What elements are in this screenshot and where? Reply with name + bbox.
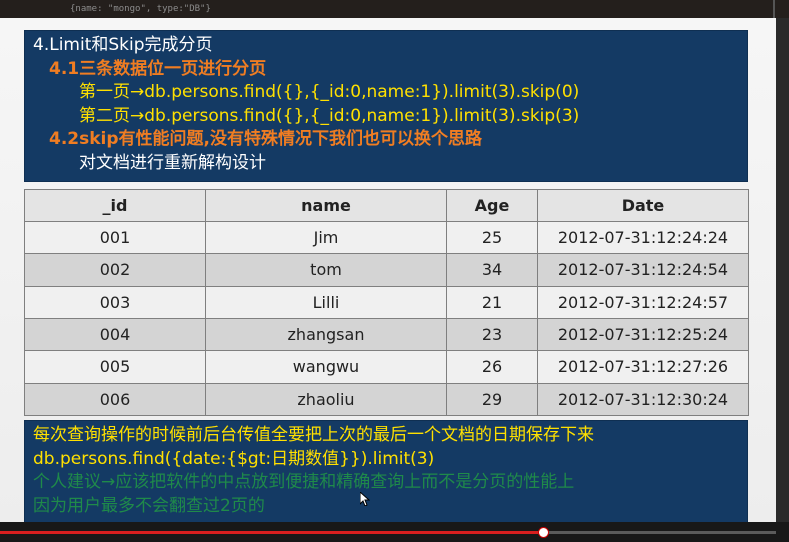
table-cell: 2012-07-31:12:25:24 <box>537 317 749 352</box>
table-cell: 2012-07-31:12:30:24 <box>537 382 749 417</box>
code-line-date-query: db.persons.find({date:{$gt:日期数值}}).limit… <box>33 448 435 469</box>
code-fragment: {name: "mongo", type:"DB"} <box>70 4 211 14</box>
table-row: 001 Jim 25 2012-07-31:12:24:24 <box>24 220 749 255</box>
table-row: 002 tom 34 2012-07-31:12:24:54 <box>24 253 749 287</box>
column-header: Date <box>537 189 749 222</box>
table-cell: wangwu <box>205 350 447 384</box>
code-line-page-two: 第二页→db.persons.find({},{_id:0,name:1}).l… <box>79 105 580 126</box>
table-cell: 2012-07-31:12:24:57 <box>537 285 749 319</box>
table-cell: 001 <box>24 220 206 255</box>
advice-text: 因为用户最多不会翻查过2页的 <box>33 495 265 516</box>
progress-scrubber-handle[interactable] <box>538 527 549 538</box>
table-cell: 23 <box>446 317 538 352</box>
persons-table: _id name Age Date 001 Jim 25 2012-07-31:… <box>24 189 749 417</box>
table-cell: zhaoliu <box>205 382 447 417</box>
table-cell: Jim <box>205 220 447 255</box>
editor-ruler <box>773 0 775 18</box>
table-cell: 21 <box>446 285 538 319</box>
table-cell: 2012-07-31:12:27:26 <box>537 350 749 384</box>
progress-fill <box>0 531 543 534</box>
table-cell: Lilli <box>205 285 447 319</box>
table-row: 004 zhangsan 23 2012-07-31:12:25:24 <box>24 317 749 352</box>
table-row: 006 zhaoliu 29 2012-07-31:12:30:24 <box>24 382 749 417</box>
slide: 4.Limit和Skip完成分页 4.1三条数据位一页进行分页 第一页→db.p… <box>0 18 789 524</box>
table-cell: 004 <box>24 317 206 352</box>
table-cell: 34 <box>446 253 538 287</box>
window-edge <box>776 18 789 522</box>
subsection-heading: 4.2skip有性能问题,没有特殊情况下我们也可以换个思路 <box>49 129 482 149</box>
table-cell: 006 <box>24 382 206 417</box>
video-player-bar <box>0 522 789 542</box>
table-cell: 2012-07-31:12:24:24 <box>537 220 749 255</box>
body-text: 对文档进行重新解构设计 <box>79 152 266 173</box>
column-header: Age <box>446 189 538 222</box>
table-cell: 003 <box>24 285 206 319</box>
subsection-heading: 4.1三条数据位一页进行分页 <box>49 58 267 79</box>
table-row: 005 wangwu 26 2012-07-31:12:27:26 <box>24 350 749 384</box>
table-cell: 29 <box>446 382 538 417</box>
table-row: 003 Lilli 21 2012-07-31:12:24:57 <box>24 285 749 319</box>
slide-text-panel: 4.Limit和Skip完成分页 4.1三条数据位一页进行分页 第一页→db.p… <box>24 30 748 182</box>
table-cell: 26 <box>446 350 538 384</box>
table-header-row: _id name Age Date <box>24 189 749 222</box>
table-cell: 002 <box>24 253 206 287</box>
column-header: name <box>205 189 447 222</box>
table-cell: zhangsan <box>205 317 447 352</box>
advice-text: 个人建议→应该把软件的中点放到便捷和精确查询上而不是分页的性能上 <box>33 472 575 492</box>
code-editor-strip: {name: "mongo", type:"DB"} <box>0 0 789 18</box>
code-line-page-one: 第一页→db.persons.find({},{_id:0,name:1}).l… <box>79 82 580 102</box>
slide-notes-panel: 每次查询操作的时候前后台传值全要把上次的最后一个文档的日期保存下来 db.per… <box>24 420 748 524</box>
table-cell: 005 <box>24 350 206 384</box>
section-title: 4.Limit和Skip完成分页 <box>33 35 213 55</box>
table-cell: tom <box>205 253 447 287</box>
table-cell: 2012-07-31:12:24:54 <box>537 253 749 287</box>
table-cell: 25 <box>446 220 538 255</box>
mouse-pointer-icon <box>360 492 370 506</box>
note-text: 每次查询操作的时候前后台传值全要把上次的最后一个文档的日期保存下来 <box>33 425 594 445</box>
column-header: _id <box>24 189 206 222</box>
